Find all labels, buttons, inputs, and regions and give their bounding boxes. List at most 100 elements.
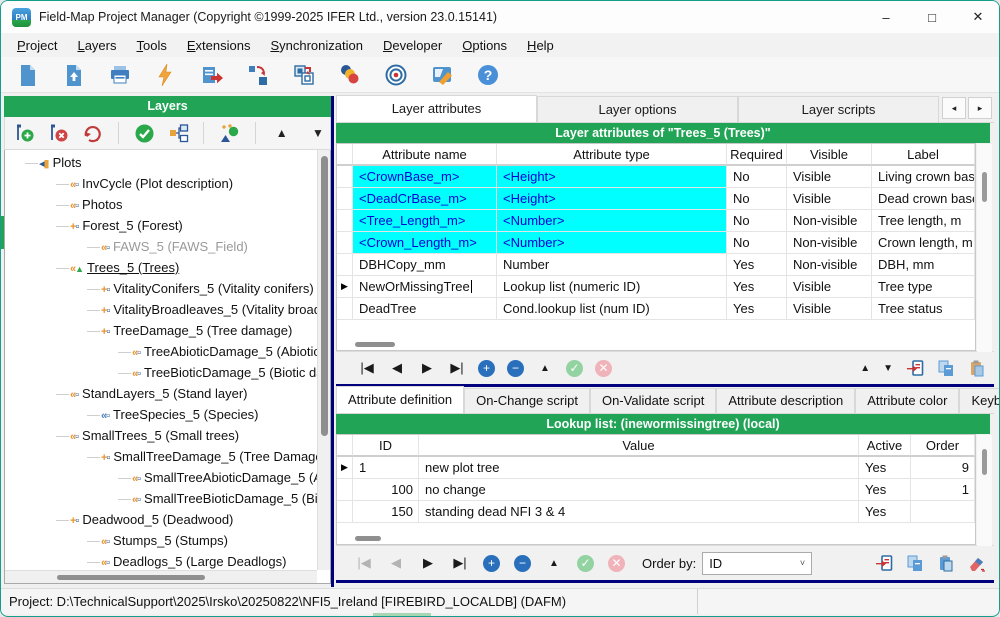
tab-layer-attributes[interactable]: Layer attributes [336, 95, 537, 122]
quick-run-icon[interactable] [153, 62, 179, 88]
reorganize-structure-icon[interactable] [245, 62, 271, 88]
maximize-button[interactable]: □ [909, 1, 955, 33]
lookup-row[interactable]: 150standing dead NFI 3 & 4Yes [337, 501, 975, 523]
menu-project[interactable]: Project [7, 35, 67, 56]
attribute-row[interactable]: <Crown_Length_m><Number>NoNon-visibleCro… [337, 232, 975, 254]
tab-on-change-script[interactable]: On-Change script [464, 388, 590, 413]
copy-structure-icon[interactable] [291, 62, 317, 88]
move-up-icon[interactable]: ▲ [860, 363, 870, 374]
tab-keyboard[interactable]: Keyboard [959, 388, 1000, 413]
lookup-row[interactable]: ▶1new plot treeYes9 [337, 457, 975, 479]
tree-item[interactable]: TreeSpecies_5 (Species) [5, 404, 317, 425]
tree-item[interactable]: Plots [5, 152, 317, 173]
tab-on-validate-script[interactable]: On-Validate script [590, 388, 716, 413]
move-down-icon[interactable]: ▼ [883, 363, 893, 374]
column-id[interactable]: ID [353, 435, 419, 456]
attribute-row[interactable]: DBHCopy_mmNumberYesNon-visibleDBH, mm [337, 254, 975, 276]
tab-attribute-color[interactable]: Attribute color [855, 388, 959, 413]
tab-attribute-definition[interactable]: Attribute definition [336, 386, 464, 413]
attribute-row[interactable]: <Tree_Length_m><Number>NoNon-visibleTree… [337, 210, 975, 232]
panel-splitter[interactable] [331, 96, 334, 587]
nav-delete-icon[interactable]: − [514, 555, 531, 572]
tree-item[interactable]: TreeBioticDamage_5 (Biotic damage) [5, 362, 317, 383]
nav-first-icon[interactable]: |◀ [352, 360, 382, 376]
export-data-icon[interactable] [199, 62, 225, 88]
tree-item[interactable]: TreeDamage_5 (Tree damage) [5, 320, 317, 341]
tree-item[interactable]: SmallTrees_5 (Small trees) [5, 425, 317, 446]
tree-item[interactable]: VitalityBroadleaves_5 (Vitality broadlea… [5, 299, 317, 320]
menu-options[interactable]: Options [452, 35, 517, 56]
tree-item[interactable]: SmallTreeDamage_5 (Tree Damage) [5, 446, 317, 467]
tree-item[interactable]: StandLayers_5 (Stand layer) [5, 383, 317, 404]
erase-icon[interactable] [968, 554, 986, 572]
attribute-row[interactable]: <CrownBase_m><Height>NoVisibleLiving cro… [337, 166, 975, 188]
tree-item[interactable]: SmallTreeBioticDamage_5 (Biotic) [5, 488, 317, 509]
print-icon[interactable] [107, 62, 133, 88]
reload-layer-icon[interactable] [82, 121, 104, 145]
column-required[interactable]: Required [727, 144, 787, 165]
nav-cancel-icon[interactable]: ✕ [608, 555, 625, 572]
menu-developer[interactable]: Developer [373, 35, 452, 56]
tab-layer-options[interactable]: Layer options [537, 96, 738, 122]
move-down-icon[interactable]: ▼ [306, 126, 330, 140]
column-label[interactable]: Label [872, 144, 975, 165]
nav-last-icon[interactable]: ▶| [448, 555, 472, 571]
tree-item[interactable]: Photos [5, 194, 317, 215]
nav-prior-icon[interactable]: ◀ [384, 555, 408, 571]
minimize-button[interactable]: – [863, 1, 909, 33]
menu-extensions[interactable]: Extensions [177, 35, 261, 56]
tree-item[interactable]: TreeAbioticDamage_5 (Abiotic damage) [5, 341, 317, 362]
nav-edit-icon[interactable]: ▲ [530, 363, 560, 374]
import-icon[interactable] [875, 554, 893, 572]
paste-icon[interactable] [937, 554, 955, 572]
nav-insert-icon[interactable]: + [483, 555, 500, 572]
tree-horizontal-scrollbar[interactable] [5, 570, 317, 583]
tab-layer-scripts[interactable]: Layer scripts [738, 96, 939, 122]
map-editor-icon[interactable] [429, 62, 455, 88]
nav-next-icon[interactable]: ▶ [412, 360, 442, 376]
lookup-vertical-scrollbar[interactable] [977, 435, 992, 546]
nav-post-icon[interactable]: ✓ [566, 360, 583, 377]
move-up-icon[interactable]: ▲ [270, 126, 294, 140]
menu-layers[interactable]: Layers [67, 35, 126, 56]
order-by-dropdown[interactable]: ID ˅ [702, 552, 812, 575]
tree-vertical-scrollbar[interactable] [317, 150, 330, 570]
tree-item[interactable]: Trees_5 (Trees) [5, 257, 317, 278]
nav-last-icon[interactable]: ▶| [442, 360, 472, 376]
confirm-icon[interactable] [133, 121, 155, 145]
tree-item[interactable]: Deadlogs_5 (Large Deadlogs) [5, 551, 317, 570]
copy-icon[interactable] [937, 359, 955, 377]
delete-layer-icon[interactable] [47, 121, 69, 145]
nav-insert-icon[interactable]: + [478, 360, 495, 377]
nav-post-icon[interactable]: ✓ [577, 555, 594, 572]
tree-item[interactable]: VitalityConifers_5 (Vitality conifers) [5, 278, 317, 299]
attribute-row[interactable]: <DeadCrBase_m><Height>NoVisibleDead crow… [337, 188, 975, 210]
nav-next-icon[interactable]: ▶ [416, 555, 440, 571]
add-layer-icon[interactable] [13, 121, 35, 145]
attributes-hscroll-thumb[interactable] [355, 342, 395, 347]
nav-delete-icon[interactable]: − [507, 360, 524, 377]
help-icon[interactable]: ? [475, 62, 501, 88]
nav-edit-icon[interactable]: ▲ [542, 558, 566, 569]
tree-item[interactable]: Stumps_5 (Stumps) [5, 530, 317, 551]
attribute-row[interactable]: ▶NewOrMissingTreeLookup list (numeric ID… [337, 276, 975, 298]
tab-scroll-left-icon[interactable]: ◂ [942, 97, 966, 119]
column-active[interactable]: Active [859, 435, 911, 456]
menu-help[interactable]: Help [517, 35, 564, 56]
tab-scroll-right-icon[interactable]: ▸ [968, 97, 992, 119]
tree-item[interactable]: FAWS_5 (FAWS_Field) [5, 236, 317, 257]
paste-icon[interactable] [968, 359, 986, 377]
nav-cancel-icon[interactable]: ✕ [595, 360, 612, 377]
attribute-row[interactable]: DeadTreeCond.lookup list (num ID)YesVisi… [337, 298, 975, 320]
feature-types-icon[interactable] [218, 121, 240, 145]
lookup-row[interactable]: 100no changeYes1 [337, 479, 975, 501]
new-project-icon[interactable] [15, 62, 41, 88]
hierarchy-icon[interactable] [167, 121, 189, 145]
target-icon[interactable] [383, 62, 409, 88]
close-button[interactable]: ✕ [955, 1, 1000, 33]
column-attribute-type[interactable]: Attribute type [497, 144, 727, 165]
menu-tools[interactable]: Tools [127, 35, 177, 56]
lookup-hscroll-thumb[interactable] [355, 536, 381, 541]
menu-synchronization[interactable]: Synchronization [260, 35, 373, 56]
tree-item[interactable]: Deadwood_5 (Deadwood) [5, 509, 317, 530]
